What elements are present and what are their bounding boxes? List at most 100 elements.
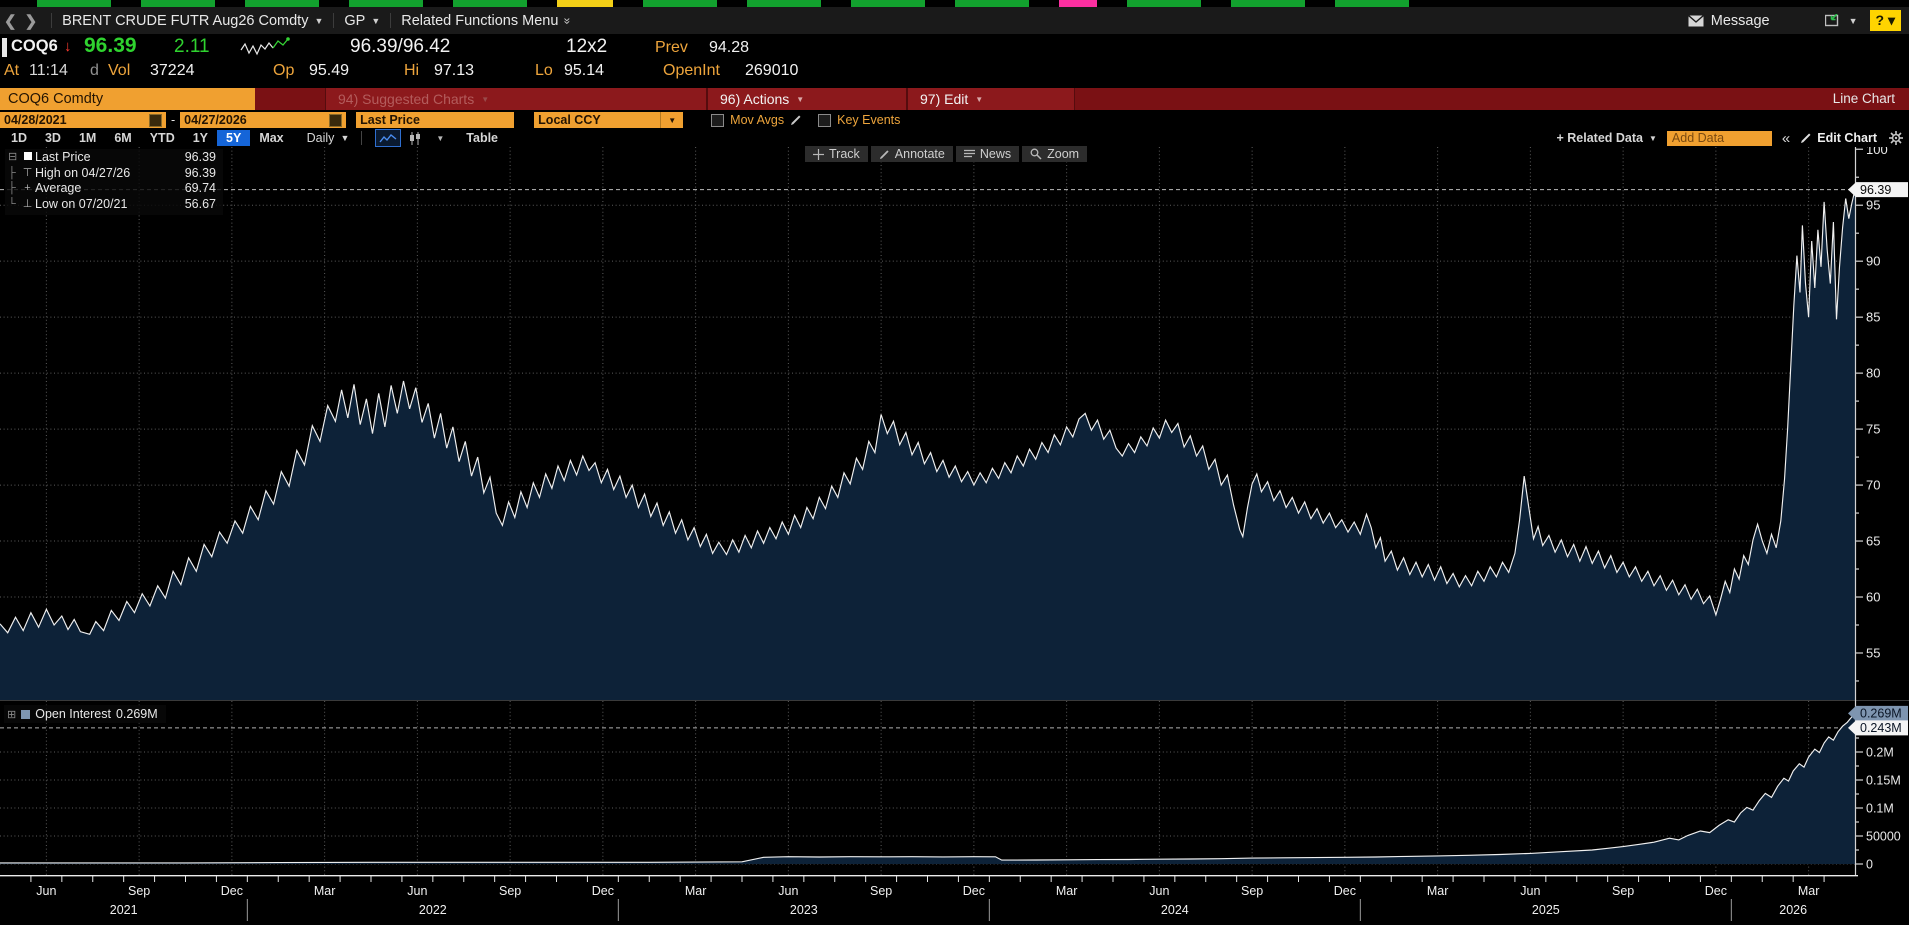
panel-tab-14[interactable]	[1335, 0, 1409, 7]
edit-chart-pencil-icon[interactable]	[1800, 132, 1812, 144]
pencil-icon[interactable]	[790, 114, 802, 126]
frequency-select[interactable]: Daily▼	[307, 131, 350, 145]
line-chart-type-icon[interactable]	[375, 129, 401, 147]
date-from-input[interactable]: 04/28/2021	[0, 112, 166, 128]
oi-tick-label: 50000	[1866, 830, 1901, 844]
month-label: Jun	[1520, 884, 1540, 898]
high-label: Hi	[404, 62, 419, 80]
bid-ask: 96.39/96.42	[350, 36, 450, 58]
annotate-button[interactable]: Annotate	[871, 146, 953, 162]
panel-tab-8[interactable]	[747, 0, 821, 7]
back-chevron-icon[interactable]: ❮	[4, 12, 17, 30]
table-button[interactable]: Table	[466, 131, 498, 145]
month-label: Sep	[128, 884, 150, 898]
panel-tab-2[interactable]	[141, 0, 215, 7]
panel-tab-6[interactable]	[557, 0, 613, 7]
zoom-button[interactable]: Zoom	[1022, 146, 1087, 162]
range-tab-max[interactable]: Max	[250, 130, 292, 146]
news-button[interactable]: News	[956, 146, 1019, 162]
add-data-input[interactable]: Add Data	[1667, 131, 1772, 146]
function-ribbon: COQ6 Comdty 94) Suggested Charts▼ 96) Ac…	[0, 88, 1909, 110]
track-button[interactable]: Track	[805, 146, 868, 162]
screen-export-icon[interactable]	[1825, 14, 1843, 27]
last-price-badge: 96.39	[1848, 182, 1908, 197]
down-arrow-icon: ↓	[64, 38, 72, 55]
panel-tab-13[interactable]	[1231, 0, 1305, 7]
low-label: Lo	[535, 62, 553, 80]
calendar-icon[interactable]	[149, 114, 162, 127]
legend-row-average[interactable]: ├ + Average 69.74	[8, 181, 216, 197]
chart-type-label[interactable]: Line Chart	[1833, 91, 1895, 106]
tree-expand-icon[interactable]: ⊞	[7, 708, 16, 721]
calendar-icon[interactable]	[329, 114, 342, 127]
oi-badge: 0.269M	[1848, 706, 1908, 721]
actions-menu[interactable]: 96) Actions▼	[707, 88, 907, 110]
date-to-input[interactable]: 04/27/2026	[180, 112, 346, 128]
price-tick-label: 85	[1866, 310, 1880, 325]
open-interest-panel[interactable]: 0500000.1M0.15M0.2M0.269M0.243M	[0, 700, 1909, 875]
ticker-symbol[interactable]: COQ6	[11, 37, 58, 56]
range-tab-ytd[interactable]: YTD	[141, 130, 184, 146]
price-legend[interactable]: ⊟ Last Price 96.39 ├ ⊤ High on 04/27/26 …	[5, 149, 223, 215]
edit-chart-button[interactable]: Edit Chart	[1817, 131, 1877, 145]
collapse-button[interactable]: «	[1782, 130, 1790, 147]
range-tab-1m[interactable]: 1M	[70, 130, 105, 146]
low-value: 95.14	[564, 62, 604, 80]
month-label: Sep	[1612, 884, 1634, 898]
panel-tab-3[interactable]	[245, 0, 319, 7]
panel-tab-9[interactable]	[851, 0, 925, 7]
mov-avgs-label[interactable]: Mov Avgs	[730, 113, 784, 127]
panel-tab-10[interactable]	[955, 0, 1029, 7]
month-label: Mar	[1798, 884, 1820, 898]
price-field-select[interactable]: Last Price	[356, 112, 514, 128]
range-tab-1d[interactable]: 1D	[2, 130, 36, 146]
range-tab-5y[interactable]: 5Y	[217, 130, 250, 146]
chart-type-caret[interactable]: ▼	[436, 134, 444, 143]
currency-select[interactable]: Local CCY	[534, 112, 660, 128]
forward-chevron-icon[interactable]: ❯	[25, 12, 38, 30]
panel-tab-4[interactable]	[349, 0, 423, 7]
panel-tab-5[interactable]	[453, 0, 527, 7]
range-tab-3d[interactable]: 3D	[36, 130, 70, 146]
tree-end-icon: └	[8, 197, 20, 213]
range-tab-1y[interactable]: 1Y	[184, 130, 217, 146]
panel-tab-7[interactable]	[643, 0, 717, 7]
suggested-charts-menu[interactable]: 94) Suggested Charts▼	[325, 88, 707, 110]
security-title[interactable]: BRENT CRUDE FUTR Aug26 Comdty	[62, 13, 308, 29]
panel-tab-11[interactable]	[1059, 0, 1097, 7]
price-chart-panel[interactable]: 55606570758085909510096.39	[0, 147, 1909, 700]
mov-avgs-checkbox[interactable]	[711, 114, 724, 127]
message-envelope-icon[interactable]	[1688, 15, 1704, 27]
month-label: Sep	[1241, 884, 1263, 898]
gear-icon[interactable]	[1889, 131, 1903, 145]
pencil-icon	[879, 149, 890, 160]
key-events-label[interactable]: Key Events	[837, 113, 900, 127]
gp-menu[interactable]: GP	[344, 13, 365, 29]
legend-row-high[interactable]: ├ ⊤ High on 04/27/26 96.39	[8, 166, 216, 182]
legend-row-last-price[interactable]: ⊟ Last Price 96.39	[8, 150, 216, 166]
price-tick-label: 70	[1866, 478, 1880, 493]
candlestick-chart-type-icon[interactable]	[403, 130, 427, 146]
tree-collapse-icon[interactable]: ⊟	[8, 150, 20, 166]
sparkline-icon[interactable]	[240, 37, 296, 64]
range-tabs: 1D3D1M6MYTD1Y5YMax	[2, 130, 293, 146]
chevron-down-icon: ▼	[796, 95, 804, 104]
chevron-down-icon[interactable]: ▼	[1849, 16, 1858, 26]
panel-tab-12[interactable]	[1127, 0, 1201, 7]
related-functions-menu[interactable]: Related Functions Menu	[401, 13, 558, 29]
panel-tab-1[interactable]	[37, 0, 111, 7]
svg-text:0.243M: 0.243M	[1860, 721, 1902, 735]
quote-time: 11:14	[29, 62, 68, 80]
year-label: 2023	[790, 903, 818, 917]
message-label[interactable]: Message	[1711, 13, 1770, 29]
legend-row-low[interactable]: └ ⊥ Low on 07/20/21 56.67	[8, 197, 216, 213]
related-data-button[interactable]: + Related Data▼	[1557, 131, 1657, 145]
key-events-checkbox[interactable]	[818, 114, 831, 127]
range-tab-6m[interactable]: 6M	[105, 130, 140, 146]
open-interest-legend[interactable]: ⊞ Open Interest 0.269M	[4, 705, 166, 723]
help-button[interactable]: ? ▾	[1870, 10, 1901, 31]
currency-caret[interactable]: ▼	[660, 112, 683, 128]
month-label: Mar	[1427, 884, 1449, 898]
security-tab[interactable]: COQ6 Comdty	[0, 88, 255, 110]
edit-menu[interactable]: 97) Edit▼	[907, 88, 1075, 110]
